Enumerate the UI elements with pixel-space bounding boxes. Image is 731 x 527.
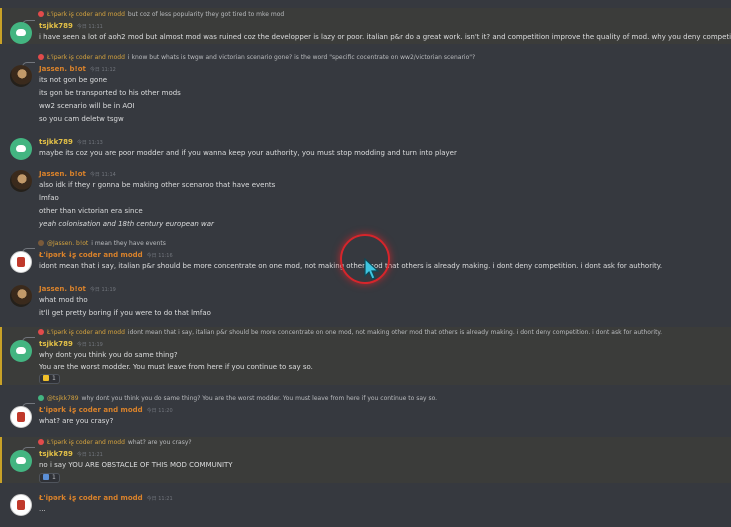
reply-avatar-icon [38, 11, 44, 17]
timestamp: 今日 11:20 [146, 408, 173, 414]
reaction-count: 1 [52, 375, 56, 382]
message-text: You are the worst modder. You must leave… [39, 363, 313, 371]
reply-avatar-icon [38, 329, 44, 335]
avatar[interactable] [10, 22, 32, 44]
message-text: ... [39, 505, 46, 513]
mouse-pointer-icon [364, 258, 380, 280]
reaction-button[interactable]: 1 [39, 374, 60, 384]
message-text: yeah colonisation and 18th century europ… [39, 220, 214, 228]
reply-preview[interactable]: Ł'ipərk ɨʂ coder and modd idont mean that… [38, 329, 662, 336]
message-text: its gon be transported to his other mods [39, 89, 181, 97]
message-header: tsjkk789 今日 11:21 [39, 450, 103, 458]
reaction-count: 1 [52, 474, 56, 481]
author-name[interactable]: Ł'ipərk ɨʂ coder and modd [39, 251, 143, 259]
message-header: Jassen. b!ot 今日 11:19 [39, 285, 116, 293]
reply-preview[interactable]: Ł'ipərk ɨʂ coder and modd but coz of less… [38, 11, 284, 18]
avatar[interactable] [10, 170, 32, 192]
author-name[interactable]: Jassen. b!ot [39, 285, 86, 293]
timestamp: 今日 11:21 [146, 496, 173, 502]
message-text: what mod tho [39, 296, 88, 304]
avatar[interactable] [10, 251, 32, 273]
reaction-button[interactable]: 1 [39, 473, 60, 483]
avatar[interactable] [10, 450, 32, 472]
timestamp: 今日 11:16 [146, 253, 173, 259]
avatar[interactable] [10, 406, 32, 428]
message-header: Ł'ipərk ɨʂ coder and modd 今日 11:16 [39, 251, 173, 259]
reply-avatar-icon [38, 54, 44, 60]
message: Jassen. b!ot 今日 11:19 what mod tho it'll … [0, 283, 731, 319]
thumbs-down-emoji-icon [43, 375, 49, 381]
reply-text: i know but whats is twgw and victorian s… [127, 54, 476, 61]
message-header: tsjkk789 今日 11:11 [39, 22, 103, 30]
reply-preview[interactable]: Ł'ipərk ɨʂ coder and modd what? are you c… [38, 439, 192, 446]
message: Jassen. b!ot 今日 11:14 also idk if they r … [0, 168, 731, 230]
reply-preview[interactable]: Ł'ipərk ɨʂ coder and modd i know but what… [38, 54, 475, 61]
timestamp: 今日 11:21 [76, 452, 103, 458]
message: Ł'ipərk ɨʂ coder and modd idont mean that… [0, 327, 731, 385]
message: Ł'ipərk ɨʂ coder and modd what? are you c… [0, 437, 731, 483]
reply-avatar-icon [38, 395, 44, 401]
reply-avatar-icon [38, 240, 44, 246]
avatar[interactable] [10, 285, 32, 307]
reply-author[interactable]: Ł'ipərk ɨʂ coder and modd [47, 439, 125, 446]
message-text: i have seen a lot of aoh2 mod but almost… [39, 33, 731, 41]
avatar[interactable] [10, 340, 32, 362]
message-text: its not gon be gone [39, 76, 108, 84]
avatar[interactable] [10, 138, 32, 160]
message-header: Jassen. b!ot 今日 11:14 [39, 170, 116, 178]
reply-author[interactable]: Ł'ipərk ɨʂ coder and modd [47, 11, 125, 18]
message-header: Jassen. b!ot 今日 11:12 [39, 65, 116, 73]
author-name[interactable]: Jassen. b!ot [39, 170, 86, 178]
reply-author[interactable]: Ł'ipərk ɨʂ coder and modd [47, 329, 125, 336]
author-name[interactable]: Ł'ipərk ɨʂ coder and modd [39, 406, 143, 414]
author-name[interactable]: tsjkk789 [39, 450, 73, 458]
message-text: no i say YOU ARE OBSTACLE OF THIS MOD CO… [39, 461, 233, 469]
message-text: maybe its coz you are poor modder and if… [39, 149, 457, 157]
reply-text: i mean they have events [91, 240, 166, 247]
reply-text: what? are you crasy? [127, 439, 192, 446]
message: tsjkk789 今日 11:13 maybe its coz you are p… [0, 136, 731, 160]
reply-author[interactable]: Ł'ipərk ɨʂ coder and modd [47, 54, 125, 61]
reply-text: idont mean that i say, italian p&r shoul… [127, 329, 663, 336]
reaction-emoji-icon [43, 474, 49, 480]
message-text: also idk if they r gonna be making other… [39, 181, 276, 189]
timestamp: 今日 11:19 [89, 287, 116, 293]
message-text: so you cam deletw tsgw [39, 115, 124, 123]
message-text: what? are you crasy? [39, 417, 114, 425]
reply-author[interactable]: @tsjkk789 [47, 395, 79, 402]
message-header: tsjkk789 今日 11:19 [39, 340, 103, 348]
reply-avatar-icon [38, 439, 44, 445]
timestamp: 今日 11:19 [76, 342, 103, 348]
author-name[interactable]: tsjkk789 [39, 340, 73, 348]
author-name[interactable]: Jassen. b!ot [39, 65, 86, 73]
message-text: ww2 scenario will be in AOI [39, 102, 135, 110]
message-header: tsjkk789 今日 11:13 [39, 138, 103, 146]
timestamp: 今日 11:12 [89, 67, 116, 73]
reply-preview[interactable]: @Jassen. b!ot i mean they have events [38, 240, 166, 247]
message: Ł'ipərk ɨʂ coder and modd but coz of less… [0, 8, 731, 44]
author-name[interactable]: Ł'ipərk ɨʂ coder and modd [39, 494, 143, 502]
timestamp: 今日 11:14 [89, 172, 116, 178]
author-name[interactable]: tsjkk789 [39, 138, 73, 146]
reply-text: but coz of less popularity they got tire… [127, 11, 285, 18]
avatar[interactable] [10, 494, 32, 516]
reply-preview[interactable]: @tsjkk789 why dont you think you do same … [38, 395, 437, 402]
message: @tsjkk789 why dont you think you do same … [0, 393, 731, 429]
reply-text: why dont you think you do same thing? Yo… [81, 395, 438, 402]
message-text: lmfao [39, 194, 59, 202]
avatar[interactable] [10, 65, 32, 87]
author-name[interactable]: tsjkk789 [39, 22, 73, 30]
message: Ł'ipərk ɨʂ coder and modd 今日 11:21 ... [0, 492, 731, 520]
message-text: other than victorian era since [39, 207, 143, 215]
message-header: Ł'ipərk ɨʂ coder and modd 今日 11:21 [39, 494, 173, 502]
message: Ł'ipərk ɨʂ coder and modd i know but what… [0, 52, 731, 127]
timestamp: 今日 11:13 [76, 140, 103, 146]
message-text: why dont you think you do same thing? [39, 351, 178, 359]
reply-author[interactable]: @Jassen. b!ot [47, 240, 88, 247]
message-header: Ł'ipərk ɨʂ coder and modd 今日 11:20 [39, 406, 173, 414]
timestamp: 今日 11:11 [76, 24, 103, 30]
message-text: it'll get pretty boring if you were to d… [39, 309, 211, 317]
